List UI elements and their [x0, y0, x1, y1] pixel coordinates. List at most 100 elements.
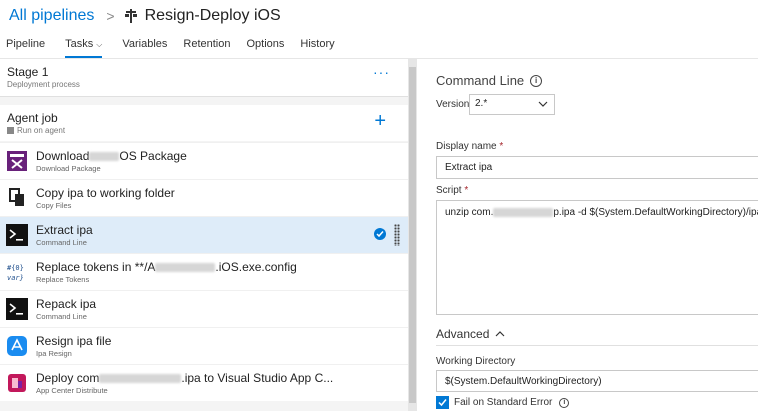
working-directory-field[interactable]: $(System.DefaultWorkingDirectory) [436, 370, 758, 392]
agent-job-card[interactable]: Agent job Run on agent + [0, 105, 408, 141]
advanced-label: Advanced [436, 327, 490, 341]
download-package-icon [6, 150, 28, 172]
command-line-icon [6, 298, 28, 320]
checkmark-icon [438, 399, 447, 407]
agent-job-title: Agent job [7, 111, 58, 125]
task-text: Extract ipa Command Line [36, 223, 93, 247]
script-text-part: p.ipa -d $(System.DefaultWorkingDirector… [553, 207, 758, 218]
display-name-field[interactable]: Extract ipa [436, 156, 758, 179]
task-details-panel: Command Line i Version 2.* Display name … [417, 59, 758, 411]
scrollbar-thumb[interactable] [409, 67, 416, 403]
tab-label: Tasks [65, 38, 94, 50]
script-label-text: Script [436, 185, 462, 196]
release-pipeline-icon [124, 9, 139, 23]
task-type: Copy Files [36, 201, 72, 210]
task-text: Download OS Package Download Package [36, 149, 187, 173]
task-row-extract-ipa[interactable]: Extract ipa Command Line [0, 216, 408, 253]
version-value: 2.* [475, 98, 488, 109]
more-options-icon[interactable]: ··· [373, 65, 390, 79]
breadcrumb-all-pipelines[interactable]: All pipelines [9, 7, 94, 25]
command-line-icon [6, 224, 28, 246]
fail-on-stderr-checkbox[interactable] [436, 396, 449, 409]
required-marker: * [464, 185, 469, 196]
script-label: Script * [436, 185, 468, 196]
task-text: Copy ipa to working folder Copy Files [36, 186, 175, 210]
task-title-part: Deploy com [36, 371, 100, 385]
drag-handle-icon[interactable] [394, 224, 400, 246]
svg-text:var}: var} [7, 274, 24, 282]
task-text: Repack ipa Command Line [36, 297, 96, 321]
task-row-download-package[interactable]: Download OS Package Download Package [0, 142, 408, 179]
tab-label: Pipeline [6, 38, 46, 50]
task-list-panel: Stage 1 Deployment process ··· Agent job… [0, 59, 408, 411]
script-text-part: unzip com. [445, 207, 494, 218]
display-name-label: Display name * [436, 141, 503, 152]
task-title-part: .ipa to Visual Studio App C... [181, 371, 334, 385]
advanced-section-toggle[interactable]: Advanced [436, 327, 505, 341]
task-type: Ipa Resign [36, 349, 72, 358]
agent-job-subtitle: Run on agent [7, 126, 401, 135]
task-text: Replace tokens in **/A .iOS.exe.config Re… [36, 260, 297, 284]
task-type: App Center Distribute [36, 386, 108, 395]
task-list-scrollbar[interactable] [408, 59, 417, 411]
tab-variables[interactable]: Variables [122, 34, 167, 58]
display-name-label-text: Display name [436, 141, 497, 152]
redacted-text [493, 207, 554, 217]
tab-tasks[interactable]: Tasks ⌵ [65, 34, 103, 58]
task-details-title: Command Line i [436, 73, 543, 88]
task-text: Deploy com .ipa to Visual Studio App C...… [36, 371, 333, 395]
page-title: Resign-Deploy iOS [144, 7, 281, 24]
task-text: Resign ipa file Ipa Resign [36, 334, 111, 358]
stage-title: Stage 1 [7, 65, 49, 79]
task-title: Repack ipa [36, 297, 97, 311]
chevron-up-icon [495, 330, 505, 338]
task-title-part: Download [36, 149, 90, 163]
tab-retention[interactable]: Retention [183, 34, 230, 58]
task-row-replace-tokens[interactable]: #{0} var} Replace tokens in **/A .iOS.exe.… [0, 253, 408, 290]
task-row-app-center-distribute[interactable]: Deploy com .ipa to Visual Studio App C...… [0, 364, 408, 401]
fail-on-stderr-label-text: Fail on Standard Error [454, 397, 553, 408]
tab-history[interactable]: History [300, 34, 334, 58]
task-title-part: OS Package [119, 149, 187, 163]
redacted-text [99, 374, 182, 384]
fail-on-stderr-label: Fail on Standard Error i [454, 397, 570, 408]
task-row-repack-ipa[interactable]: Repack ipa Command Line [0, 290, 408, 327]
redacted-text [89, 152, 120, 162]
task-row-resign-ipa[interactable]: Resign ipa file Ipa Resign [0, 327, 408, 364]
task-title-part: .iOS.exe.config [215, 260, 297, 274]
task-title: Extract ipa [36, 223, 93, 237]
header: All pipelines > Resign-Deploy iOS [0, 0, 758, 32]
tab-label: History [300, 38, 335, 50]
task-title-part: Replace tokens in **/A [36, 260, 156, 274]
task-title: Replace tokens in **/A .iOS.exe.config [36, 260, 297, 274]
task-title: Copy ipa to working folder [36, 186, 175, 200]
task-title: Deploy com .ipa to Visual Studio App C... [36, 371, 333, 385]
enabled-check-icon [374, 228, 386, 240]
tab-bar: Pipeline Tasks ⌵ Variables Retention Opti… [0, 34, 341, 58]
task-type: Command Line [36, 312, 87, 321]
working-directory-label: Working Directory [436, 356, 516, 367]
advanced-divider [436, 345, 758, 346]
script-textarea[interactable]: unzip com. p.ipa -d $(System.DefaultWorki… [436, 200, 758, 315]
task-row-copy-files[interactable]: Copy ipa to working folder Copy Files [0, 179, 408, 216]
task-type: Download Package [36, 164, 101, 173]
chevron-down-icon: ⌵ [96, 40, 103, 49]
info-icon[interactable]: i [559, 397, 570, 408]
tab-pipeline[interactable]: Pipeline [6, 34, 45, 58]
tab-label: Variables [122, 38, 168, 50]
version-select[interactable]: 2.* [469, 94, 555, 115]
tab-options[interactable]: Options [246, 34, 284, 58]
info-icon[interactable]: i [530, 74, 543, 87]
redacted-text [155, 263, 216, 273]
add-task-button[interactable]: + [374, 111, 386, 131]
ipa-resign-icon [6, 335, 28, 357]
copy-files-icon [6, 187, 28, 209]
required-marker: * [499, 141, 504, 152]
tab-label: Options [246, 38, 285, 50]
breadcrumb-separator: > [106, 8, 115, 24]
svg-text:#{0}: #{0} [7, 264, 24, 272]
app-center-icon [6, 372, 28, 394]
stage-card[interactable]: Stage 1 Deployment process ··· [0, 59, 408, 97]
stage-subtitle: Deployment process [7, 80, 80, 89]
task-details-title-text: Command Line [436, 73, 525, 88]
